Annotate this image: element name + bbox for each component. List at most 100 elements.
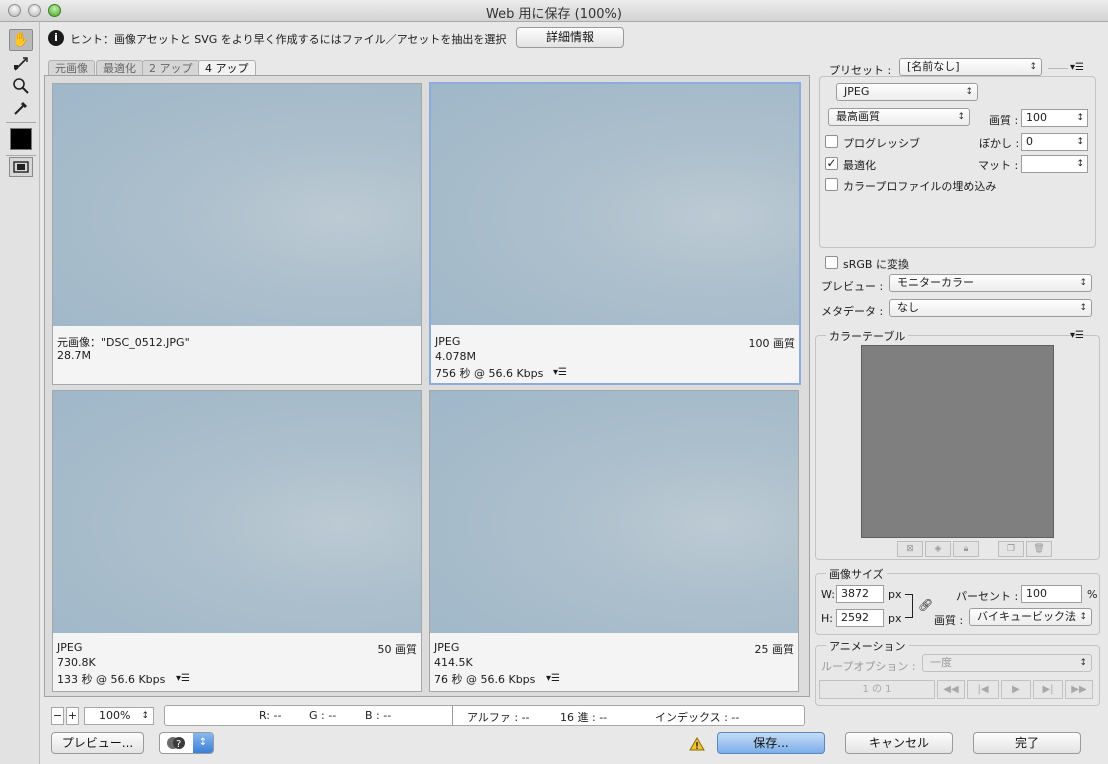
pane-download-time: 76 秒 @ 56.6 Kbps xyxy=(434,673,536,686)
matte-select[interactable] xyxy=(1021,155,1088,173)
title-bar: Web 用に保存 (100%) xyxy=(0,0,1108,22)
hex-readout: 16 進 : -- xyxy=(560,711,608,724)
quality-input[interactable]: 100 xyxy=(1021,109,1088,127)
matte-label: マット : xyxy=(978,159,1019,172)
color-table-title: カラーテーブル xyxy=(826,328,909,344)
tool-divider xyxy=(6,122,36,123)
next-frame-icon[interactable]: ▶| xyxy=(1033,680,1063,699)
optimize-menu-icon[interactable]: ▾☰ xyxy=(1070,62,1084,73)
quality-preset-select[interactable]: 最高画質 xyxy=(828,108,970,126)
warning-icon xyxy=(689,737,705,751)
preview-image xyxy=(53,84,421,326)
link-icon[interactable]: 🔗︎ xyxy=(918,598,933,612)
info-icon: i xyxy=(48,30,64,46)
index-readout: インデックス : -- xyxy=(655,711,740,724)
pane-format: JPEG xyxy=(434,641,460,654)
preview-image xyxy=(431,84,799,325)
frame-counter: 1 の 1 xyxy=(819,680,935,699)
pane-size: 4.078M xyxy=(435,350,476,363)
height-input[interactable]: 2592 xyxy=(836,609,884,627)
pane-quality: 25 画質 xyxy=(754,643,795,656)
height-unit: px xyxy=(888,612,902,625)
blur-label: ぼかし : xyxy=(979,137,1020,150)
hint-text: ヒント：画像アセットと SVG をより早く作成するにはファイル／アセットを抽出を… xyxy=(70,33,507,46)
cancel-button[interactable]: キャンセル xyxy=(845,732,953,754)
preset-select[interactable]: [名前なし] xyxy=(899,58,1042,76)
resample-select[interactable]: バイキュービック法 xyxy=(969,608,1092,626)
pane-format: JPEG xyxy=(57,641,83,654)
preview-pane-jpeg-100[interactable]: JPEG 100 画質 4.078M 756 秒 @ 56.6 Kbps ▾☰ xyxy=(429,82,801,385)
width-input[interactable]: 3872 xyxy=(836,585,884,603)
save-button[interactable]: 保存... xyxy=(717,732,825,754)
pane-size: 730.8K xyxy=(57,656,96,669)
first-frame-icon[interactable]: ◀◀ xyxy=(937,680,965,699)
more-info-button[interactable]: 詳細情報 xyxy=(516,27,624,48)
browser-select[interactable]: ? ↕ xyxy=(159,732,214,754)
width-label: W: xyxy=(821,588,835,601)
preview-in-browser-button[interactable]: プレビュー... xyxy=(51,732,144,754)
preview-pane-original[interactable]: 元画像："DSC_0512.JPG" 28.7M xyxy=(52,83,422,385)
pane-quality: 100 画質 xyxy=(748,337,796,350)
hand-tool-icon[interactable]: ✋ xyxy=(9,29,33,51)
new-color-icon: ❐ xyxy=(998,541,1024,557)
percent-input[interactable]: 100 xyxy=(1021,585,1082,603)
loop-label: ループオプション : xyxy=(821,660,916,673)
preset-divider xyxy=(1048,68,1068,69)
zoom-in-button[interactable]: + xyxy=(66,707,79,725)
file-format-select[interactable]: JPEG xyxy=(836,83,978,101)
loop-select[interactable]: 一度 xyxy=(922,654,1092,672)
embed-profile-checkbox[interactable] xyxy=(825,178,838,191)
tab-optimized[interactable]: 最適化 xyxy=(96,60,143,76)
preview-pane-jpeg-50[interactable]: JPEG 50 画質 730.8K 133 秒 @ 56.6 Kbps ▾☰ xyxy=(52,390,422,692)
alpha-readout: アルファ : -- xyxy=(467,711,530,724)
image-size-title: 画像サイズ xyxy=(826,566,887,582)
play-icon[interactable]: ▶ xyxy=(1001,680,1031,699)
svg-text:?: ? xyxy=(176,739,181,750)
metadata-label: メタデータ : xyxy=(821,305,884,318)
srgb-label: sRGB に変換 xyxy=(843,258,909,271)
tab-2up[interactable]: 2 アップ xyxy=(142,60,200,76)
zoom-level-select[interactable]: 100% ↕ xyxy=(84,707,154,725)
done-button[interactable]: 完了 xyxy=(973,732,1081,754)
percent-label: パーセント : xyxy=(956,590,1019,603)
zoom-level-value: 100% xyxy=(99,709,131,722)
pane-size: 28.7M xyxy=(57,349,91,362)
tab-4up[interactable]: 4 アップ xyxy=(198,60,256,76)
constrain-bracket xyxy=(905,594,913,618)
metadata-select[interactable]: なし xyxy=(889,299,1092,317)
optimized-checkbox[interactable]: ✓ xyxy=(825,157,838,170)
toggle-slices-icon[interactable] xyxy=(9,157,33,177)
download-speed-menu-icon[interactable]: ▾☰ xyxy=(546,673,560,684)
preview-pane-jpeg-25[interactable]: JPEG 25 画質 414.5K 76 秒 @ 56.6 Kbps ▾☰ xyxy=(429,390,799,692)
color-table-menu-icon[interactable]: ▾☰ xyxy=(1070,330,1084,341)
download-speed-menu-icon[interactable]: ▾☰ xyxy=(176,673,190,684)
color-info-bar: R: -- G : -- B : -- アルファ : -- 16 進 : -- … xyxy=(164,705,805,726)
embed-profile-label: カラープロファイルの埋め込み xyxy=(843,180,997,193)
zoom-tool-icon[interactable] xyxy=(9,74,33,96)
eyedropper-color-swatch[interactable] xyxy=(10,128,32,150)
tab-original[interactable]: 元画像 xyxy=(48,60,95,76)
quality-label: 画質 : xyxy=(989,114,1019,127)
eyedropper-tool-icon[interactable] xyxy=(9,96,33,118)
slice-select-tool-icon[interactable] xyxy=(9,52,33,74)
preview-area: 元画像："DSC_0512.JPG" 28.7M JPEG 100 画質 4.0… xyxy=(44,75,810,697)
download-speed-menu-icon[interactable]: ▾☰ xyxy=(553,367,567,378)
chevron-updown-icon: ↕ xyxy=(141,711,149,721)
preview-select[interactable]: モニターカラー xyxy=(889,274,1092,292)
zoom-out-button[interactable]: − xyxy=(51,707,64,725)
last-frame-icon[interactable]: ▶▶ xyxy=(1065,680,1093,699)
pane-size: 414.5K xyxy=(434,656,473,669)
blur-input[interactable]: 0 xyxy=(1021,133,1088,151)
pane-download-time: 133 秒 @ 56.6 Kbps xyxy=(57,673,166,686)
pane-format: JPEG xyxy=(435,335,461,348)
lock-color-icon: 🔒︎ xyxy=(953,541,979,557)
animation-title: アニメーション xyxy=(826,638,909,654)
trash-icon: 🗑︎ xyxy=(1026,541,1052,557)
green-readout: G : -- xyxy=(309,709,337,722)
percent-unit: % xyxy=(1087,588,1098,601)
hint-bar: i ヒント：画像アセットと SVG をより早く作成するにはファイル／アセットを抽… xyxy=(40,22,1108,52)
progressive-checkbox[interactable] xyxy=(825,135,838,148)
preview-label: プレビュー : xyxy=(821,280,884,293)
previous-frame-icon[interactable]: |◀ xyxy=(967,680,999,699)
srgb-checkbox[interactable] xyxy=(825,256,838,269)
